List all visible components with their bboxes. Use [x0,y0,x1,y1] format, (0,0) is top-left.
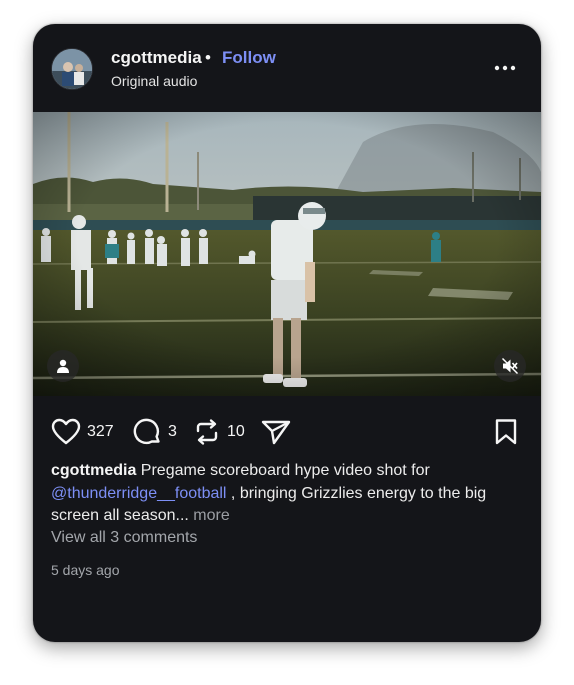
caption-more-link[interactable]: more [189,507,229,524]
comment-count: 3 [168,423,177,440]
post-username[interactable]: cgottmedia [111,48,202,68]
heart-icon [51,418,81,445]
send-paper-plane-icon [261,420,291,445]
comment-button[interactable]: 3 [132,418,177,446]
caption-text: Pregame scoreboard hype video shot for [136,462,430,479]
separator-dot: • [205,48,211,67]
share-button[interactable] [261,418,291,446]
football-field-scene [33,112,541,396]
save-button[interactable] [494,418,518,446]
follow-button[interactable]: Follow [222,48,276,68]
post-card: cgottmedia • Follow Original audio 327 3… [33,24,541,642]
bookmark-icon [495,419,517,445]
action-bar: 327 3 10 [33,396,541,466]
caption-mention-link[interactable]: @thunderridge__football [51,485,226,502]
mute-toggle-button[interactable] [494,350,526,382]
view-comments-link[interactable]: View all 3 comments [51,529,197,547]
comment-bubble-icon [133,418,160,445]
like-button[interactable]: 327 [51,418,114,446]
post-video[interactable] [33,112,541,396]
user-icon [57,359,69,373]
repost-icon [196,419,218,445]
caption-username[interactable]: cgottmedia [51,462,136,479]
speaker-muted-icon [501,357,519,375]
post-header: cgottmedia • Follow Original audio [33,24,541,112]
more-options-button[interactable] [491,56,519,80]
post-timestamp: 5 days ago [51,562,120,578]
tagged-users-button[interactable] [47,350,79,382]
repost-count: 10 [227,423,245,440]
audio-label[interactable]: Original audio [111,73,197,89]
post-caption: cgottmedia Pregame scoreboard hype video… [51,460,531,528]
repost-button[interactable]: 10 [193,418,245,446]
avatar[interactable] [51,48,93,90]
more-horizontal-icon [494,65,516,71]
avatar-image [52,49,92,89]
like-count: 327 [87,423,114,440]
